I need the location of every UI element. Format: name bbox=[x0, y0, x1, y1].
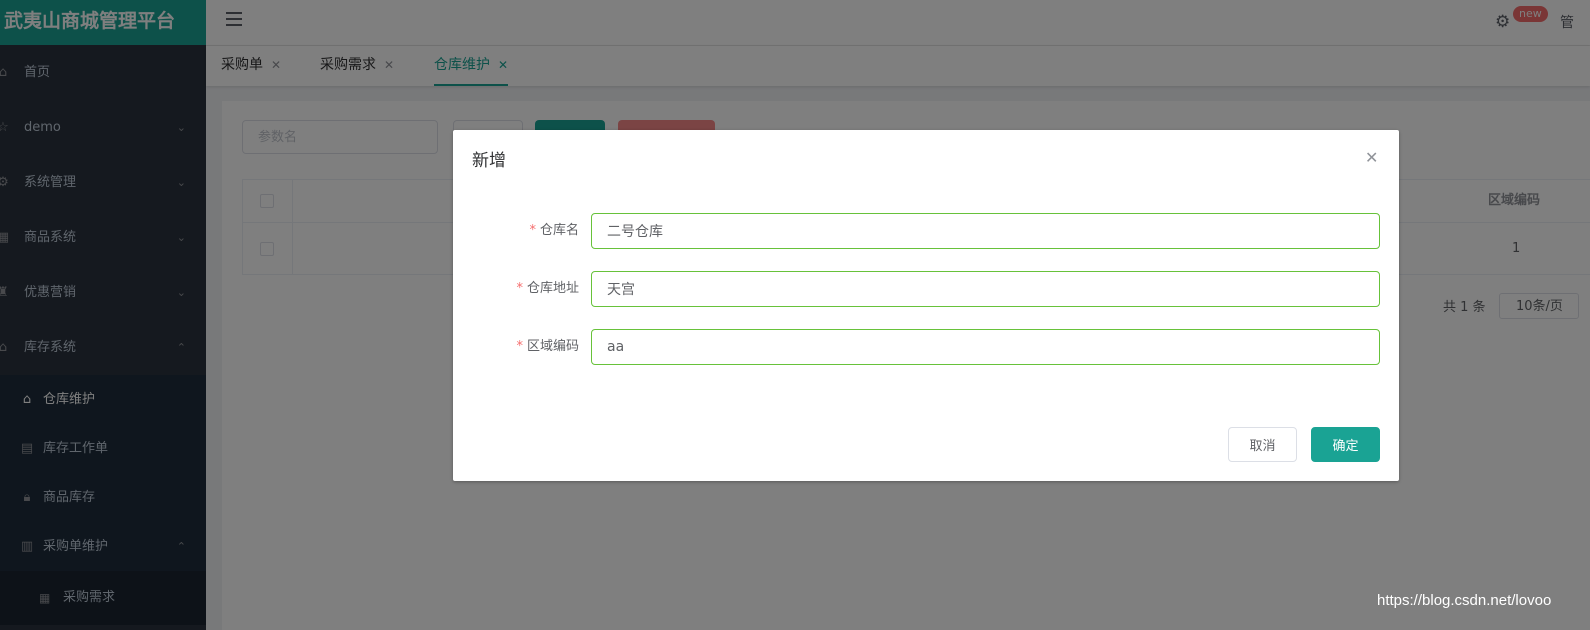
form-row-warehouse-address: * 仓库地址 bbox=[453, 271, 1399, 307]
required-mark: * bbox=[516, 281, 523, 296]
watermark: https://blog.csdn.net/lovoo bbox=[1377, 592, 1552, 609]
warehouse-name-field[interactable] bbox=[591, 213, 1380, 249]
warehouse-name-label: * 仓库名 bbox=[529, 223, 579, 238]
confirm-button[interactable]: 确定 bbox=[1311, 427, 1380, 462]
form-row-region-code: * 区域编码 bbox=[453, 329, 1399, 365]
cancel-button[interactable]: 取消 bbox=[1228, 427, 1297, 462]
warehouse-address-label: * 仓库地址 bbox=[516, 281, 579, 296]
required-mark: * bbox=[529, 223, 536, 238]
add-warehouse-dialog: 新增 ✕ *仓库名 *仓库地址 *区域编码 取消 确定 bbox=[453, 130, 1399, 481]
dialog-title: 新增 bbox=[472, 151, 506, 171]
close-icon[interactable]: ✕ bbox=[1365, 148, 1378, 168]
warehouse-address-field[interactable] bbox=[591, 271, 1380, 307]
form-row-warehouse-name: * 仓库名 bbox=[453, 213, 1399, 249]
region-code-field[interactable] bbox=[591, 329, 1380, 365]
required-mark: * bbox=[516, 339, 523, 354]
region-code-label: * 区域编码 bbox=[516, 339, 579, 354]
